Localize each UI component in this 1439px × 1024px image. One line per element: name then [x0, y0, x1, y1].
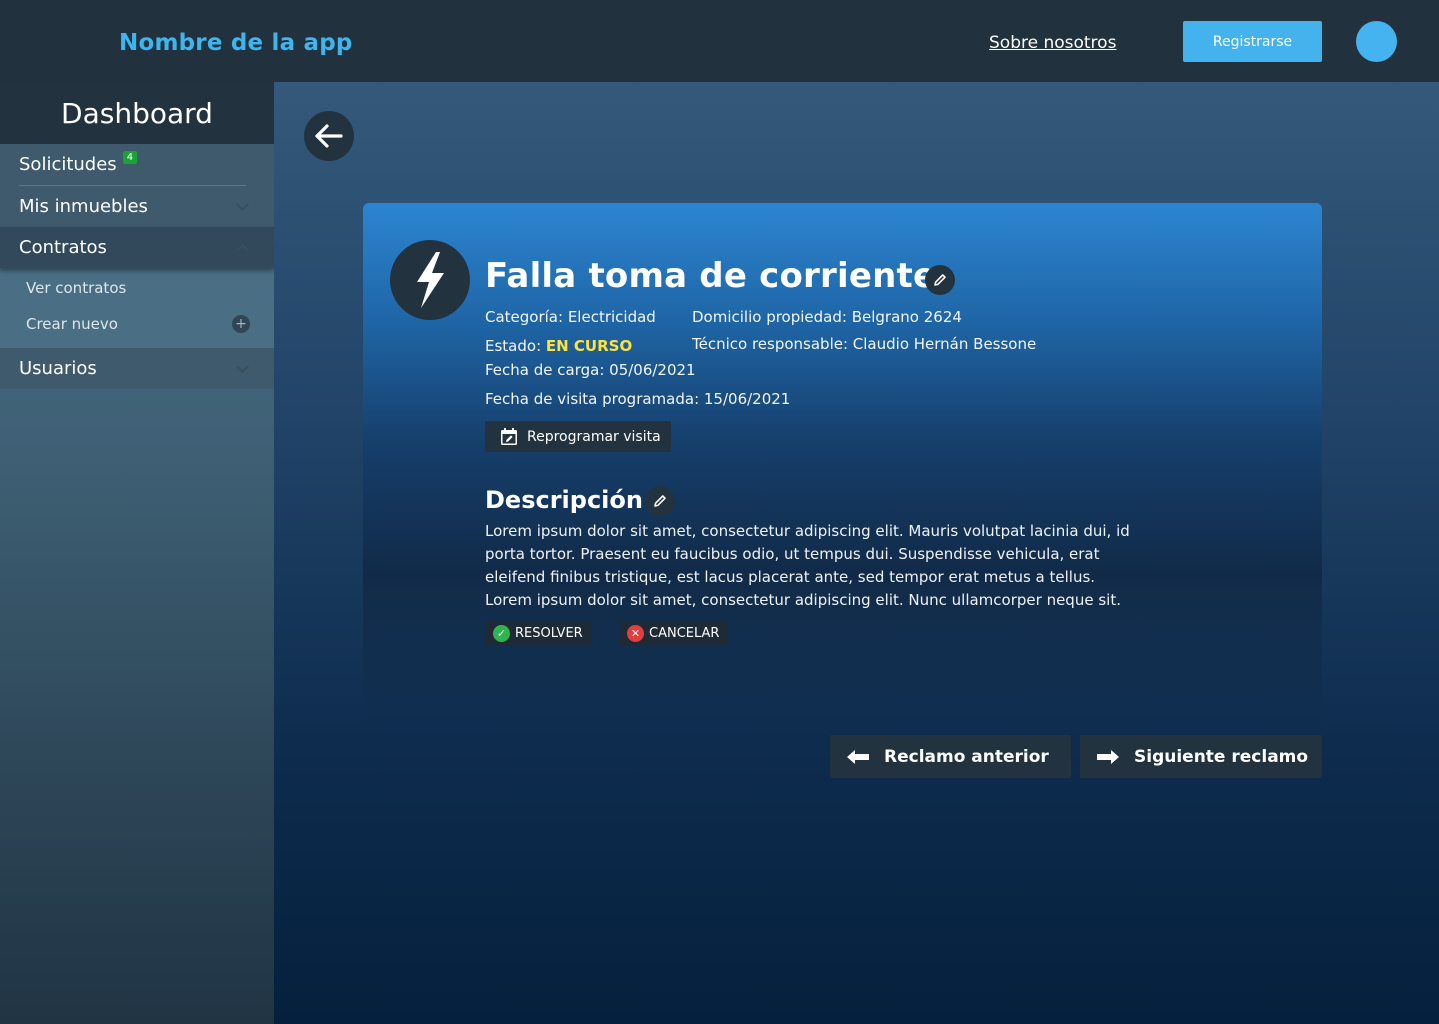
pencil-icon [654, 495, 666, 507]
reschedule-label: Reprogramar visita [527, 428, 661, 445]
resolve-label: RESOLVER [515, 626, 583, 641]
back-button[interactable] [304, 111, 354, 161]
chevron-up-icon [236, 243, 249, 257]
lightning-icon [417, 252, 444, 308]
status-badge: EN CURSO [545, 337, 633, 355]
arrow-left-icon [315, 124, 343, 148]
check-circle-icon: ✓ [493, 625, 510, 642]
claim-technician: Técnico responsable: Claudio Hernán Bess… [692, 335, 1037, 353]
sidebar-item-label: Solicitudes [19, 154, 117, 175]
description-text: Lorem ipsum dolor sit amet, consectetur … [485, 522, 1130, 609]
contratos-submenu: Ver contratos Crear nuevo + [0, 268, 274, 348]
register-button[interactable]: Registrarse [1183, 21, 1322, 62]
sidebar-item-contratos[interactable]: Contratos [0, 227, 274, 268]
sidebar-item-label: Mis inmuebles [19, 196, 148, 217]
previous-claim-button[interactable]: Reclamo anterior [830, 735, 1071, 778]
status-label: Estado: [485, 337, 542, 355]
sidebar-item-label: Contratos [19, 237, 107, 258]
category-icon [390, 240, 470, 320]
top-navbar: Nombre de la app Sobre nosotros Registra… [0, 0, 1439, 82]
previous-claim-label: Reclamo anterior [884, 746, 1049, 767]
chevron-down-icon [236, 359, 249, 373]
notification-badge: 4 [122, 151, 138, 164]
sidebar-menu: Solicitudes 4 Mis inmuebles [0, 144, 274, 227]
plus-circle-icon[interactable]: + [232, 315, 250, 333]
arrow-right-icon [1097, 749, 1119, 764]
calendar-edit-icon [501, 427, 517, 445]
next-claim-label: Siguiente reclamo [1134, 746, 1309, 767]
next-claim-button[interactable]: Siguiente reclamo [1080, 735, 1322, 778]
cancel-button[interactable]: ✕ CANCELAR [619, 621, 728, 646]
avatar[interactable] [1356, 21, 1397, 62]
edit-description-button[interactable] [645, 486, 675, 516]
sidebar-item-usuarios[interactable]: Usuarios [0, 348, 274, 389]
sidebar-subitem-crear-nuevo[interactable]: Crear nuevo + [0, 306, 274, 342]
main-content: Falla toma de corriente Categoría: Elect… [274, 82, 1439, 1024]
pencil-icon [934, 274, 946, 286]
sidebar-title: Dashboard [0, 82, 274, 144]
edit-title-button[interactable] [925, 265, 955, 295]
claim-title: Falla toma de corriente [485, 256, 937, 296]
sidebar-item-label: Usuarios [19, 358, 97, 379]
about-us-link[interactable]: Sobre nosotros [989, 33, 1116, 53]
claim-category: Categoría: Electricidad [485, 308, 656, 326]
claim-load-date: Fecha de carga: 05/06/2021 [485, 361, 696, 379]
resolve-button[interactable]: ✓ RESOLVER [485, 621, 591, 646]
description-title: Descripción [485, 486, 643, 514]
sidebar: Dashboard Solicitudes 4 Mis inmuebles Co… [0, 82, 274, 1024]
claim-card: Falla toma de corriente Categoría: Elect… [363, 203, 1322, 733]
sidebar-item-solicitudes[interactable]: Solicitudes 4 [0, 144, 274, 185]
app-name[interactable]: Nombre de la app [119, 30, 353, 56]
sidebar-subitem-label: Ver contratos [26, 279, 127, 297]
sidebar-item-mis-inmuebles[interactable]: Mis inmuebles [0, 186, 274, 227]
cancel-label: CANCELAR [649, 626, 720, 641]
arrow-left-icon [847, 749, 869, 764]
sidebar-subitem-ver-contratos[interactable]: Ver contratos [0, 270, 274, 306]
chevron-down-icon [236, 197, 249, 211]
reschedule-visit-button[interactable]: Reprogramar visita [485, 421, 671, 452]
close-circle-icon: ✕ [627, 625, 644, 642]
claim-visit-date: Fecha de visita programada: 15/06/2021 [485, 390, 791, 408]
claim-address: Domicilio propiedad: Belgrano 2624 [692, 308, 962, 326]
sidebar-subitem-label: Crear nuevo [26, 315, 118, 333]
claim-status: Estado: EN CURSO [485, 337, 632, 355]
